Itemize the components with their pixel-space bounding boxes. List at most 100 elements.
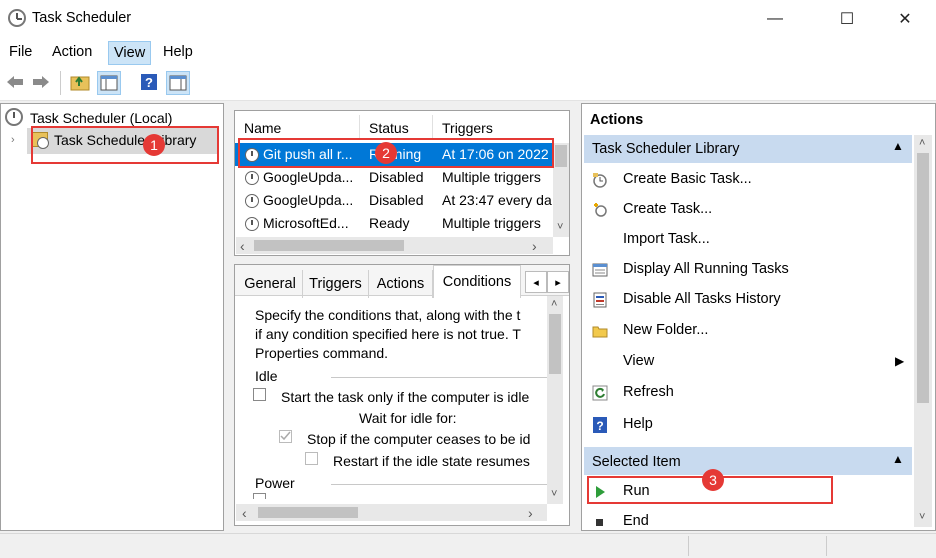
scroll-left-arrow-icon[interactable]: ‹ <box>242 505 247 521</box>
action-disable-history[interactable]: Disable All Tasks History <box>584 285 912 315</box>
refresh-icon <box>592 385 608 401</box>
show-hide-console-tree-icon[interactable] <box>97 71 121 95</box>
scroll-up-arrow-icon[interactable]: ˄ <box>551 298 557 310</box>
task-details-pane: General Triggers Actions Conditions ◂ ▸ … <box>234 264 570 526</box>
restart-idle-checkbox[interactable] <box>305 452 318 465</box>
scroll-right-arrow-icon[interactable]: › <box>528 505 533 521</box>
expand-chevron-icon[interactable]: › <box>11 134 15 146</box>
actions-list-library: Create Basic Task... Create Task... Impo… <box>584 165 912 445</box>
tab-scroll-right-icon[interactable]: ▸ <box>547 271 569 293</box>
action-new-folder[interactable]: New Folder... <box>584 316 912 346</box>
tab-triggers[interactable]: Triggers <box>303 270 369 298</box>
column-header-name[interactable]: Name <box>244 120 281 136</box>
title-bar: Task Scheduler — ☐ ✕ <box>0 0 936 38</box>
details-tab-strip: General Triggers Actions Conditions ◂ ▸ <box>235 265 569 298</box>
scroll-thumb[interactable] <box>549 314 561 374</box>
close-button[interactable]: ✕ <box>882 0 928 38</box>
action-import-task[interactable]: Import Task... <box>584 225 912 255</box>
task-triggers: Multiple triggers <box>442 215 541 231</box>
show-hide-action-pane-icon[interactable] <box>166 71 190 95</box>
scroll-up-arrow-icon[interactable]: ˄ <box>919 137 925 149</box>
scroll-left-arrow-icon[interactable]: ‹ <box>240 238 245 254</box>
create-task-icon <box>594 203 607 217</box>
details-vertical-scrollbar[interactable]: ˄ ˅ <box>547 296 563 504</box>
scroll-down-arrow-icon[interactable]: ˅ <box>557 221 563 233</box>
conditions-description-line2: if any condition specified here is not t… <box>255 326 521 342</box>
minimize-button[interactable]: — <box>752 0 798 38</box>
task-triggers: Multiple triggers <box>442 169 541 185</box>
action-refresh[interactable]: Refresh <box>584 378 912 408</box>
start-idle-label: Start the task only if the computer is i… <box>281 389 530 405</box>
scroll-thumb[interactable] <box>258 507 358 518</box>
task-list-horizontal-scrollbar[interactable]: ‹ › <box>236 237 553 254</box>
column-header-status[interactable]: Status <box>369 120 409 136</box>
menu-file[interactable]: File <box>9 44 32 60</box>
menu-help[interactable]: Help <box>163 44 193 60</box>
back-arrow-icon[interactable] <box>4 71 26 93</box>
svg-text:?: ? <box>596 419 603 433</box>
help-icon[interactable]: ? <box>138 71 160 93</box>
tree-root-label[interactable]: Task Scheduler (Local) <box>30 110 172 126</box>
action-view[interactable]: View ▶ <box>584 347 912 377</box>
action-help[interactable]: ? Help <box>584 410 912 440</box>
stop-idle-checkbox[interactable] <box>279 430 292 443</box>
window-title: Task Scheduler <box>32 10 132 26</box>
idle-divider <box>331 377 547 378</box>
task-name: GoogleUpda... <box>263 192 354 208</box>
wait-idle-label: Wait for idle for: <box>359 410 457 426</box>
task-list-vertical-scrollbar[interactable]: ˅ <box>553 143 569 237</box>
section-header-selected-item[interactable]: Selected Item ▲ <box>584 447 912 475</box>
folder-up-icon[interactable] <box>69 71 91 93</box>
running-tasks-icon <box>592 263 608 277</box>
restart-idle-label: Restart if the idle state resumes <box>333 453 530 469</box>
menu-action[interactable]: Action <box>52 44 92 60</box>
help-icon: ? <box>593 417 607 433</box>
task-clock-icon <box>245 171 259 185</box>
scroll-thumb[interactable] <box>555 145 567 167</box>
tab-actions[interactable]: Actions <box>369 270 433 298</box>
task-status: Disabled <box>369 192 424 208</box>
task-list-pane: Name Status Triggers Git push all r... R… <box>234 110 570 256</box>
power-checkbox[interactable] <box>253 493 266 499</box>
scroll-right-arrow-icon[interactable]: › <box>532 238 537 254</box>
collapse-triangle-icon[interactable]: ▲ <box>892 452 904 466</box>
task-name: MicrosoftEd... <box>263 215 349 231</box>
app-clock-icon <box>8 9 26 27</box>
annotation-box-1 <box>31 126 219 164</box>
power-divider <box>331 484 547 485</box>
tab-scroll-left-icon[interactable]: ◂ <box>525 271 547 293</box>
collapse-triangle-icon[interactable]: ▲ <box>892 139 904 153</box>
action-display-running-tasks[interactable]: Display All Running Tasks <box>584 255 912 285</box>
history-icon <box>593 292 607 308</box>
stop-idle-label: Stop if the computer ceases to be id <box>307 431 531 447</box>
scroll-thumb[interactable] <box>917 153 929 403</box>
toolbar: ? <box>0 66 936 101</box>
action-create-basic-task[interactable]: Create Basic Task... <box>584 165 912 195</box>
scroll-down-arrow-icon[interactable]: ˅ <box>919 511 925 523</box>
forward-arrow-icon[interactable] <box>30 71 52 93</box>
scroll-thumb[interactable] <box>254 240 404 251</box>
tab-general[interactable]: General <box>238 270 303 298</box>
tree-root-clock-icon <box>5 108 23 126</box>
conditions-description-line3: Properties command. <box>255 345 389 361</box>
action-label: End <box>623 513 649 529</box>
action-label: Create Task... <box>623 201 713 217</box>
menu-view[interactable]: View <box>108 41 152 65</box>
action-label: Refresh <box>623 384 674 400</box>
table-row[interactable]: GoogleUpda... Disabled Multiple triggers <box>235 166 553 189</box>
table-row[interactable]: GoogleUpda... Disabled At 23:47 every da <box>235 189 553 212</box>
end-icon <box>596 519 603 526</box>
annotation-badge-2: 2 <box>375 142 397 164</box>
section-header-task-scheduler-library[interactable]: Task Scheduler Library ▲ <box>584 135 912 163</box>
scroll-down-arrow-icon[interactable]: ˅ <box>551 488 557 500</box>
actions-vertical-scrollbar[interactable]: ˄ ˅ <box>914 135 932 527</box>
action-create-task[interactable]: Create Task... <box>584 195 912 225</box>
maximize-button[interactable]: ☐ <box>824 0 870 38</box>
column-header-triggers[interactable]: Triggers <box>442 120 493 136</box>
details-horizontal-scrollbar[interactable]: ‹ › <box>236 504 547 521</box>
status-bar <box>0 533 936 558</box>
tab-conditions[interactable]: Conditions <box>433 265 521 298</box>
start-idle-checkbox[interactable] <box>253 388 266 401</box>
idle-section-label: Idle <box>255 368 278 384</box>
table-row[interactable]: MicrosoftEd... Ready Multiple triggers <box>235 212 553 235</box>
